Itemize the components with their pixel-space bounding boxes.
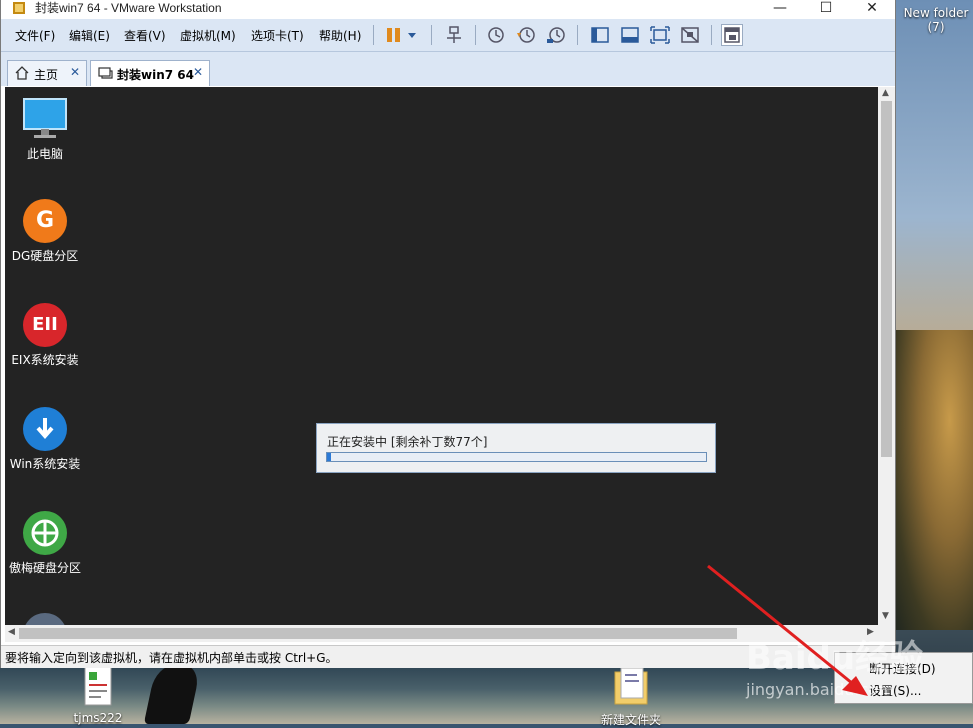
console-view-icon [724,27,740,43]
host-icon-new-folder[interactable]: New folder (7) [899,6,973,34]
unity-button[interactable] [679,24,701,46]
host-wallpaper-cliff [895,330,973,630]
vm-desktop-icon-dg-label: DG硬盘分区 [11,249,79,263]
unity-icon [681,27,699,43]
vm-desktop-icon-this-pc-label: 此电脑 [26,147,63,161]
vm-desktop-icon-eix-label: EIX系统安装 [11,353,79,367]
new-folder-label: New folder [903,6,969,20]
vm-console-screen[interactable]: 此电脑 G DG硬盘分区 EII EIX系统安装 Win系统安装 傲梅硬盘分区 … [5,87,878,625]
toolbar-separator [577,25,578,45]
title-bar[interactable]: 封装win7 64 - VMware Workstation — ☐ ✕ [1,0,895,19]
minimize-button[interactable]: — [757,1,803,21]
tab-home[interactable]: 主页 ✕ [7,60,87,86]
vm-desktop-icon-win-install[interactable]: Win系统安装 [5,407,85,472]
maximize-button[interactable]: ☐ [803,1,849,21]
vm-desktop-icon-aomei-label: 傲梅硬盘分区 [8,561,81,575]
install-progress-bar [326,452,707,462]
host-icon-tjms222[interactable]: tjms222 [68,666,128,725]
snapshot-button[interactable] [485,24,507,46]
thumbnail-bar-button[interactable] [619,24,641,46]
snapshot-manager-button[interactable] [545,24,567,46]
scroll-left-icon[interactable]: ◀ [8,627,15,637]
pause-icon [387,28,400,42]
eix-icon: EII [23,303,67,347]
document-icon [84,666,112,706]
vm-desktop-icon-win-install-label: Win系统安装 [9,457,81,471]
power-dropdown-button[interactable] [405,24,419,46]
vmware-window: 封装win7 64 - VMware Workstation — ☐ ✕ 文件(… [0,0,896,668]
install-status-text: 正在安装中 [剩余补丁数77个] [327,435,488,449]
toolbar-separator [431,25,432,45]
computer-icon [23,98,67,138]
host-icon-new-folder-2-label: 新建文件夹 [600,713,661,727]
menu-tabs[interactable]: 选项卡(T) [251,27,304,44]
fullscreen-icon [650,26,670,44]
horizontal-scroll-thumb[interactable] [19,628,737,639]
sidebar-icon [591,27,609,43]
download-icon [23,407,67,451]
scroll-down-icon[interactable]: ▼ [882,611,889,621]
host-icon-new-folder-2[interactable]: 新建文件夹 [596,666,666,728]
menu-view[interactable]: 查看(V) [124,27,166,44]
install-progress-fill [327,453,331,461]
menu-help[interactable]: 帮助(H) [319,27,361,44]
vm-desktop-icon-this-pc[interactable]: 此电脑 [5,97,85,162]
chevron-down-icon [408,33,416,38]
vmware-app-icon [13,2,25,14]
host-icon-tjms222-label: tjms222 [73,711,123,725]
console-view-button[interactable] [721,24,743,46]
menu-edit[interactable]: 编辑(E) [69,27,110,44]
watermark-brand: Baidu经验 [746,638,924,678]
scroll-up-icon[interactable]: ▲ [882,88,889,98]
toolbar-separator [475,25,476,45]
tab-vm-win7-close-icon[interactable]: ✕ [193,65,203,79]
install-progress-dialog: 正在安装中 [剩余补丁数77个] [316,423,716,473]
snapshot-clock-icon [488,27,504,43]
status-message: 要将输入定向到该虚拟机，请在虚拟机内部单击或按 Ctrl+G。 [5,651,338,665]
vertical-scrollbar[interactable]: ▲ ▼ [878,87,895,625]
vertical-scroll-thumb[interactable] [881,101,892,457]
watermark-url: jingyan.baidu.com [746,680,894,699]
toolbar-separator [373,25,374,45]
menu-file[interactable]: 文件(F) [15,27,55,44]
home-icon [15,66,29,80]
vm-desktop-icon-partial [23,613,67,625]
vm-desktop-icon-aomei[interactable]: 傲梅硬盘分区 [5,511,85,576]
vm-desktop-icon-eix[interactable]: EII EIX系统安装 [5,303,85,368]
partition-icon [23,511,67,555]
close-button[interactable]: ✕ [849,1,895,21]
menu-bar: 文件(F) 编辑(E) 查看(V) 虚拟机(M) 选项卡(T) 帮助(H) [1,19,895,52]
fullscreen-button[interactable] [649,24,671,46]
dg-icon: G [23,199,67,243]
tab-home-label: 主页 [34,68,59,82]
pause-button[interactable] [383,24,405,46]
tab-vm-win7[interactable]: 封装win7 64 ✕ [90,60,210,86]
vm-desktop-icon-dg[interactable]: G DG硬盘分区 [5,199,85,264]
revert-clock-icon [517,27,535,43]
sidebar-toggle-button[interactable] [589,24,611,46]
window-title: 封装win7 64 - VMware Workstation [35,1,222,15]
snapshot-manager-icon [547,27,565,43]
toolbar-separator [711,25,712,45]
vm-tab-icon [98,67,113,79]
thumbnail-bar-icon [621,27,639,43]
network-icon [447,26,461,43]
menu-vm[interactable]: 虚拟机(M) [180,27,236,44]
tab-bar: 主页 ✕ 封装win7 64 ✕ [1,52,895,86]
tab-home-close-icon[interactable]: ✕ [70,65,80,79]
new-folder-count: (7) [927,20,945,34]
revert-snapshot-button[interactable] [515,24,537,46]
send-keys-button[interactable] [443,24,465,46]
folder-icon [614,667,648,705]
tab-vm-win7-label: 封装win7 64 [117,68,194,82]
